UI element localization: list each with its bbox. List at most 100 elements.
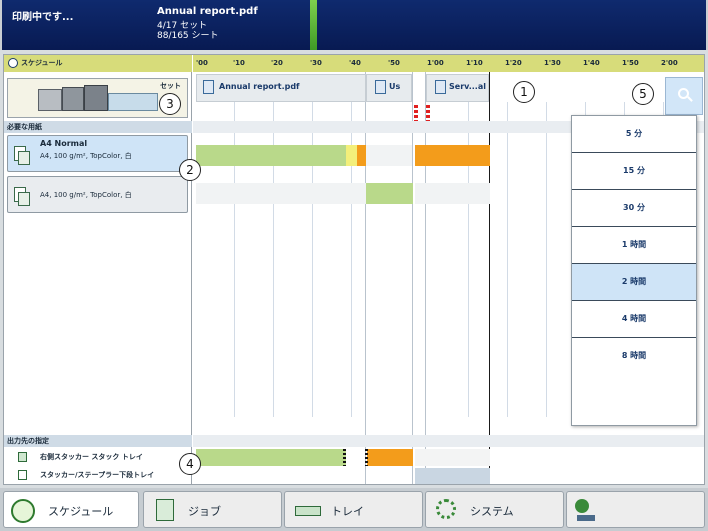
printing-status-label: 印刷中です... [12, 12, 74, 23]
output-row-right-stacker[interactable]: 右側スタッカー スタック トレイ [4, 449, 192, 466]
zoom-option-2hours[interactable]: 2 時間 [572, 264, 696, 301]
paper-name: A4 Normal [40, 139, 88, 148]
output-marker [365, 449, 368, 466]
paper-icon [14, 146, 30, 165]
warning-marker [414, 105, 418, 122]
tab-system[interactable]: システム [425, 491, 564, 528]
paper-usage-bar [196, 145, 346, 166]
zoom-option-8hours[interactable]: 8 時間 [572, 338, 696, 375]
printer-icon [38, 89, 62, 111]
tick-label: '10 [233, 59, 245, 67]
stacker-tray-icon [18, 452, 27, 462]
zoom-button[interactable] [665, 77, 703, 115]
tick-label: 1'20 [505, 59, 522, 67]
output-bar [196, 449, 346, 466]
zoom-option-4hours[interactable]: 4 時間 [572, 301, 696, 338]
status-bar: 印刷中です... Annual report.pdf 4/17 セット 88/1… [0, 0, 708, 50]
paper-card-a4[interactable]: A4, 100 g/m², TopColor, 白 [7, 176, 188, 213]
document-icon [203, 80, 214, 94]
paper-usage-bar [346, 145, 357, 166]
printer-module-icon [84, 85, 108, 111]
output-destination-header: 出力先の指定 [4, 435, 192, 447]
tab-schedule[interactable]: スケジュール [3, 491, 139, 528]
job-header-serv[interactable]: Serv...al [426, 74, 489, 102]
output-bar [367, 449, 413, 466]
tab-label: トレイ [331, 505, 364, 518]
tab-user[interactable] [566, 491, 705, 528]
job-label: Serv...al [449, 82, 486, 91]
magnifier-handle [687, 96, 693, 102]
tick-label: '00 [196, 59, 208, 67]
current-job-name: Annual report.pdf [157, 6, 258, 17]
tick-label: '40 [349, 59, 361, 67]
job-header-us[interactable]: Us [366, 74, 412, 102]
job-divider [412, 72, 413, 484]
stapler-tray-icon [18, 470, 27, 480]
paper-usage-bar [415, 183, 490, 204]
printer-module-icon [62, 87, 84, 111]
callout-4: 4 [179, 453, 201, 475]
tick-label: '50 [388, 59, 400, 67]
left-panel: セット 必要な用紙 A4 Normal A4, 100 g/m², TopCol… [4, 72, 192, 484]
callout-1: 1 [513, 81, 535, 103]
tick-label: 1'00 [427, 59, 444, 67]
paper-description: A4, 100 g/m², TopColor, 白 [40, 152, 132, 160]
user-key-icon [575, 499, 589, 513]
tray-icon [295, 506, 321, 516]
required-paper-header: 必要な用紙 [4, 121, 192, 133]
tab-label: システム [470, 505, 514, 518]
tab-jobs[interactable]: ジョブ [143, 491, 282, 528]
paper-usage-bar [357, 145, 366, 166]
tab-label: スケジュール [48, 505, 114, 518]
paper-usage-bar [196, 183, 366, 204]
job-label: Annual report.pdf [219, 82, 300, 91]
clock-icon [8, 58, 18, 68]
stacker-icon [108, 93, 158, 111]
grid-line [546, 102, 547, 417]
current-job-sheets: 88/165 シート [157, 31, 219, 41]
tick-label: '20 [271, 59, 283, 67]
warning-marker [426, 105, 430, 122]
zoom-option-15min[interactable]: 15 分 [572, 153, 696, 190]
current-job-panel[interactable]: Annual report.pdf 4/17 セット 88/165 シート [153, 0, 310, 50]
document-icon [435, 80, 446, 94]
output-label: スタッカー/ステープラー下段トレイ [40, 471, 155, 479]
callout-2: 2 [179, 159, 201, 181]
output-bar [415, 449, 490, 466]
schedule-view: スケジュール セット 必要な用紙 A4 Normal A4, 100 g/m²,… [3, 54, 705, 485]
tick-label: 1'40 [583, 59, 600, 67]
schedule-header-label: スケジュール [21, 59, 63, 67]
tab-tray[interactable]: トレイ [284, 491, 423, 528]
zoom-option-1hour[interactable]: 1 時間 [572, 227, 696, 264]
progress-indicator [310, 0, 317, 50]
gears-icon [436, 499, 456, 519]
key-icon [577, 515, 595, 521]
job-label: Us [389, 82, 401, 91]
tick-label: 1'30 [544, 59, 561, 67]
tick-label: 2'00 [661, 59, 678, 67]
tick-label: '30 [310, 59, 322, 67]
bottom-tab-bar: スケジュール ジョブ トレイ システム [0, 488, 708, 531]
document-icon [375, 80, 386, 94]
callout-5: 5 [632, 83, 654, 105]
paper-card-a4-normal[interactable]: A4 Normal A4, 100 g/m², TopColor, 白 [7, 135, 188, 172]
job-divider [365, 72, 366, 484]
output-row-stapler-tray[interactable]: スタッカー/ステープラー下段トレイ [4, 467, 192, 484]
zoom-level-menu: 5 分 15 分 30 分 1 時間 2 時間 4 時間 8 時間 [571, 115, 697, 426]
output-marker [343, 449, 346, 466]
zoom-option-30min[interactable]: 30 分 [572, 190, 696, 227]
paper-usage-bar [415, 145, 490, 166]
job-header-annual-report[interactable]: Annual report.pdf [196, 74, 366, 102]
grid-line [507, 102, 508, 417]
zoom-option-5min[interactable]: 5 分 [572, 116, 696, 153]
tick-label: 1'10 [466, 59, 483, 67]
set-label: セット [160, 82, 181, 90]
paper-usage-bar [366, 183, 413, 204]
tab-label: ジョブ [188, 505, 221, 518]
paper-icon [14, 187, 30, 206]
current-time-line [489, 72, 490, 484]
output-band [193, 435, 704, 447]
paper-usage-bar [366, 145, 412, 166]
paper-description: A4, 100 g/m², TopColor, 白 [40, 191, 132, 199]
callout-3: 3 [159, 93, 181, 115]
